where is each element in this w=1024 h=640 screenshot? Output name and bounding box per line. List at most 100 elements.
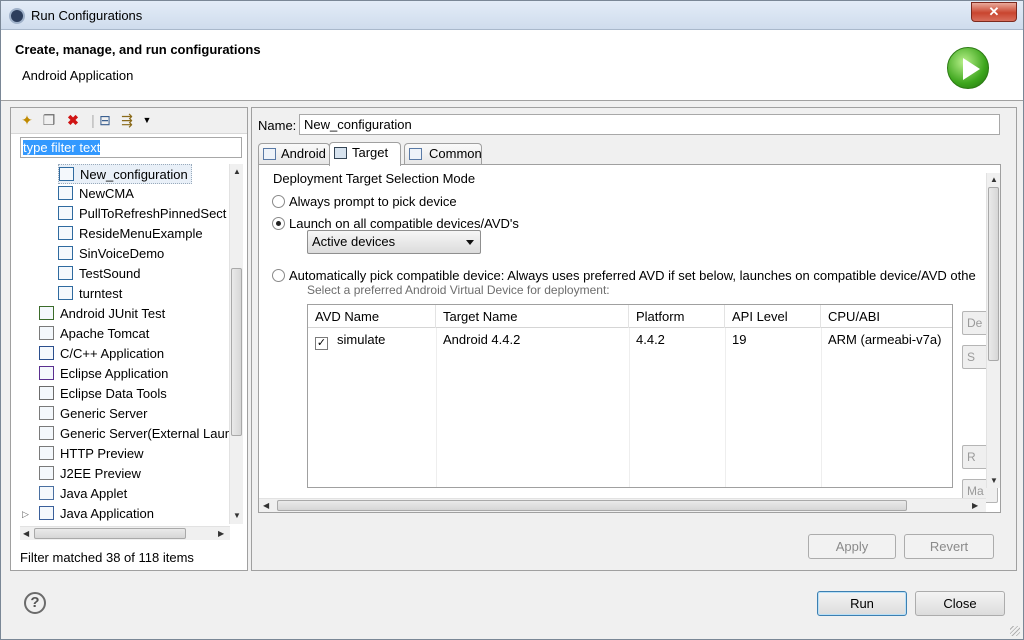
scroll-right-arrow-icon[interactable]: ▶ xyxy=(972,501,978,511)
scroll-right-arrow-icon[interactable]: ▶ xyxy=(218,529,224,539)
scroll-up-arrow-icon[interactable]: ▲ xyxy=(990,175,998,185)
tree-item-label: Apache Tomcat xyxy=(60,326,150,341)
tree-item[interactable]: Eclipse Data Tools xyxy=(39,384,167,404)
configuration-list-panel: ✦ ❐ ✖ | ⊟ ⇶ ▼ type filter text New_confi… xyxy=(10,107,248,571)
tab-common[interactable]: Common xyxy=(404,143,482,165)
tree-item[interactable]: Apache Tomcat xyxy=(39,324,149,344)
device-combo[interactable]: Active devices xyxy=(307,230,481,254)
tree-item[interactable]: PullToRefreshPinnedSect xyxy=(58,204,226,224)
col-cpu-abi[interactable]: CPU/ABI xyxy=(821,305,952,328)
table-row[interactable]: ✓ simulate Android 4.4.2 4.4.2 19 ARM (ar… xyxy=(308,329,952,351)
tab-vertical-scrollbar[interactable]: ▲ ▼ xyxy=(986,173,1000,488)
col-api-level[interactable]: API Level xyxy=(725,305,821,328)
android-tab-icon xyxy=(263,148,276,160)
tree-item-label: Java Application xyxy=(60,506,154,521)
tab-target[interactable]: Target xyxy=(329,142,401,166)
tree-item-label: Generic Server(External Laun xyxy=(60,426,230,441)
tree-item-label: Java Applet xyxy=(60,486,128,501)
tree-item-label: HTTP Preview xyxy=(60,446,144,461)
common-tab-icon xyxy=(409,148,422,160)
tree-item[interactable]: SinVoiceDemo xyxy=(58,244,164,264)
tree-item[interactable]: Android JUnit Test xyxy=(39,304,165,324)
tree-scroll-thumb[interactable] xyxy=(231,268,242,436)
col-divider xyxy=(436,328,437,487)
radio-auto-pick[interactable]: Automatically pick compatible device: Al… xyxy=(272,268,984,283)
view-menu-chevron-down-icon[interactable]: ▼ xyxy=(139,112,155,128)
tree-item[interactable]: TestSound xyxy=(58,264,140,284)
tree-item-label: C/C++ Application xyxy=(60,346,165,361)
junit-icon xyxy=(39,306,54,320)
run-configurations-dialog: Run Configurations ✕ Create, manage, and… xyxy=(0,0,1024,640)
tree-item-label: New_configuration xyxy=(80,167,188,182)
tree-item[interactable]: ResideMenuExample xyxy=(58,224,203,244)
tab-common-label: Common xyxy=(429,146,482,161)
target-tab-icon xyxy=(334,147,347,159)
tree-horizontal-scrollbar[interactable]: ◀ ▶ xyxy=(20,526,230,540)
help-icon[interactable]: ? xyxy=(24,592,46,614)
duplicate-icon[interactable]: ❐ xyxy=(41,112,57,128)
tree-item[interactable]: NewCMA xyxy=(58,184,134,204)
radio-always-prompt-indicator[interactable] xyxy=(272,195,285,208)
tab-horizontal-scrollbar[interactable]: ◀ ▶ xyxy=(259,498,986,512)
new-configuration-icon[interactable]: ✦ xyxy=(19,112,35,128)
filter-input[interactable]: type filter text xyxy=(20,137,242,158)
window-close-button[interactable]: ✕ xyxy=(971,2,1017,22)
tree-hscroll-thumb[interactable] xyxy=(34,528,186,539)
tree-item[interactable]: Eclipse Application xyxy=(39,364,168,384)
tree-item[interactable]: New_configuration xyxy=(58,164,192,184)
tree-item[interactable]: J2EE Preview xyxy=(39,464,141,484)
radio-launch-all-indicator[interactable] xyxy=(272,217,285,230)
avd-api: 19 xyxy=(732,332,747,347)
tab-android[interactable]: Android xyxy=(258,143,330,165)
tab-scroll-thumb[interactable] xyxy=(988,187,999,361)
tab-target-label: Target xyxy=(352,145,389,160)
target-tab-content: Deployment Target Selection Mode Always … xyxy=(258,164,1001,513)
tree-item[interactable]: HTTP Preview xyxy=(39,444,144,464)
apply-button[interactable]: Apply xyxy=(808,534,896,559)
server-icon xyxy=(39,446,54,460)
tree-item[interactable]: turntest xyxy=(58,284,122,304)
revert-button[interactable]: Revert xyxy=(904,534,994,559)
scroll-up-arrow-icon[interactable]: ▲ xyxy=(233,167,241,177)
col-avd-name[interactable]: AVD Name xyxy=(308,305,436,328)
filter-status: Filter matched 38 of 118 items xyxy=(20,550,194,565)
left-toolbar: ✦ ❐ ✖ | ⊟ ⇶ ▼ xyxy=(11,108,247,134)
run-button[interactable]: Run xyxy=(817,591,907,616)
applet-icon xyxy=(39,486,54,500)
scroll-down-arrow-icon[interactable]: ▼ xyxy=(233,511,241,521)
chevron-down-icon xyxy=(466,240,474,245)
tree-vertical-scrollbar[interactable]: ▲ ▼ xyxy=(229,164,243,524)
tree-item[interactable]: Generic Server(External Laun xyxy=(39,424,230,444)
name-input[interactable]: New_configuration xyxy=(299,114,1000,135)
expand-arrow-icon[interactable]: ▷ xyxy=(22,504,29,524)
col-target-name[interactable]: Target Name xyxy=(436,305,629,328)
avd-checkbox[interactable]: ✓ xyxy=(315,337,328,350)
tree-item[interactable]: ▷ Java Application xyxy=(22,504,154,524)
tab-hscroll-thumb[interactable] xyxy=(277,500,907,511)
close-button[interactable]: Close xyxy=(915,591,1005,616)
collapse-all-icon[interactable]: ⊟ xyxy=(97,112,113,128)
scroll-left-arrow-icon[interactable]: ◀ xyxy=(263,501,269,511)
scroll-left-arrow-icon[interactable]: ◀ xyxy=(23,529,29,539)
filter-icon[interactable]: ⇶ xyxy=(119,112,135,128)
avd-name: simulate xyxy=(337,332,386,347)
radio-auto-pick-indicator[interactable] xyxy=(272,269,285,282)
tree-item-label: TestSound xyxy=(79,266,141,281)
avd-table: AVD Name Target Name Platform API Level … xyxy=(307,304,953,488)
tree-item[interactable]: Generic Server xyxy=(39,404,147,424)
avd-platform: 4.4.2 xyxy=(636,332,665,347)
delete-icon[interactable]: ✖ xyxy=(65,112,81,128)
name-label: Name: xyxy=(258,118,297,133)
tree-item[interactable]: Java Applet xyxy=(39,484,127,504)
col-divider xyxy=(725,328,726,487)
radio-launch-all[interactable]: Launch on all compatible devices/AVD's xyxy=(272,216,519,231)
android-config-icon xyxy=(58,226,73,240)
tree-item[interactable]: C/C++ Application xyxy=(39,344,164,364)
tree-item-label: PullToRefreshPinnedSect xyxy=(79,206,227,221)
resize-grip[interactable] xyxy=(1010,626,1020,636)
server-icon xyxy=(39,466,54,480)
radio-always-prompt[interactable]: Always prompt to pick device xyxy=(272,194,457,209)
scroll-down-arrow-icon[interactable]: ▼ xyxy=(990,476,998,486)
avd-target: Android 4.4.2 xyxy=(443,332,521,347)
col-platform[interactable]: Platform xyxy=(629,305,725,328)
